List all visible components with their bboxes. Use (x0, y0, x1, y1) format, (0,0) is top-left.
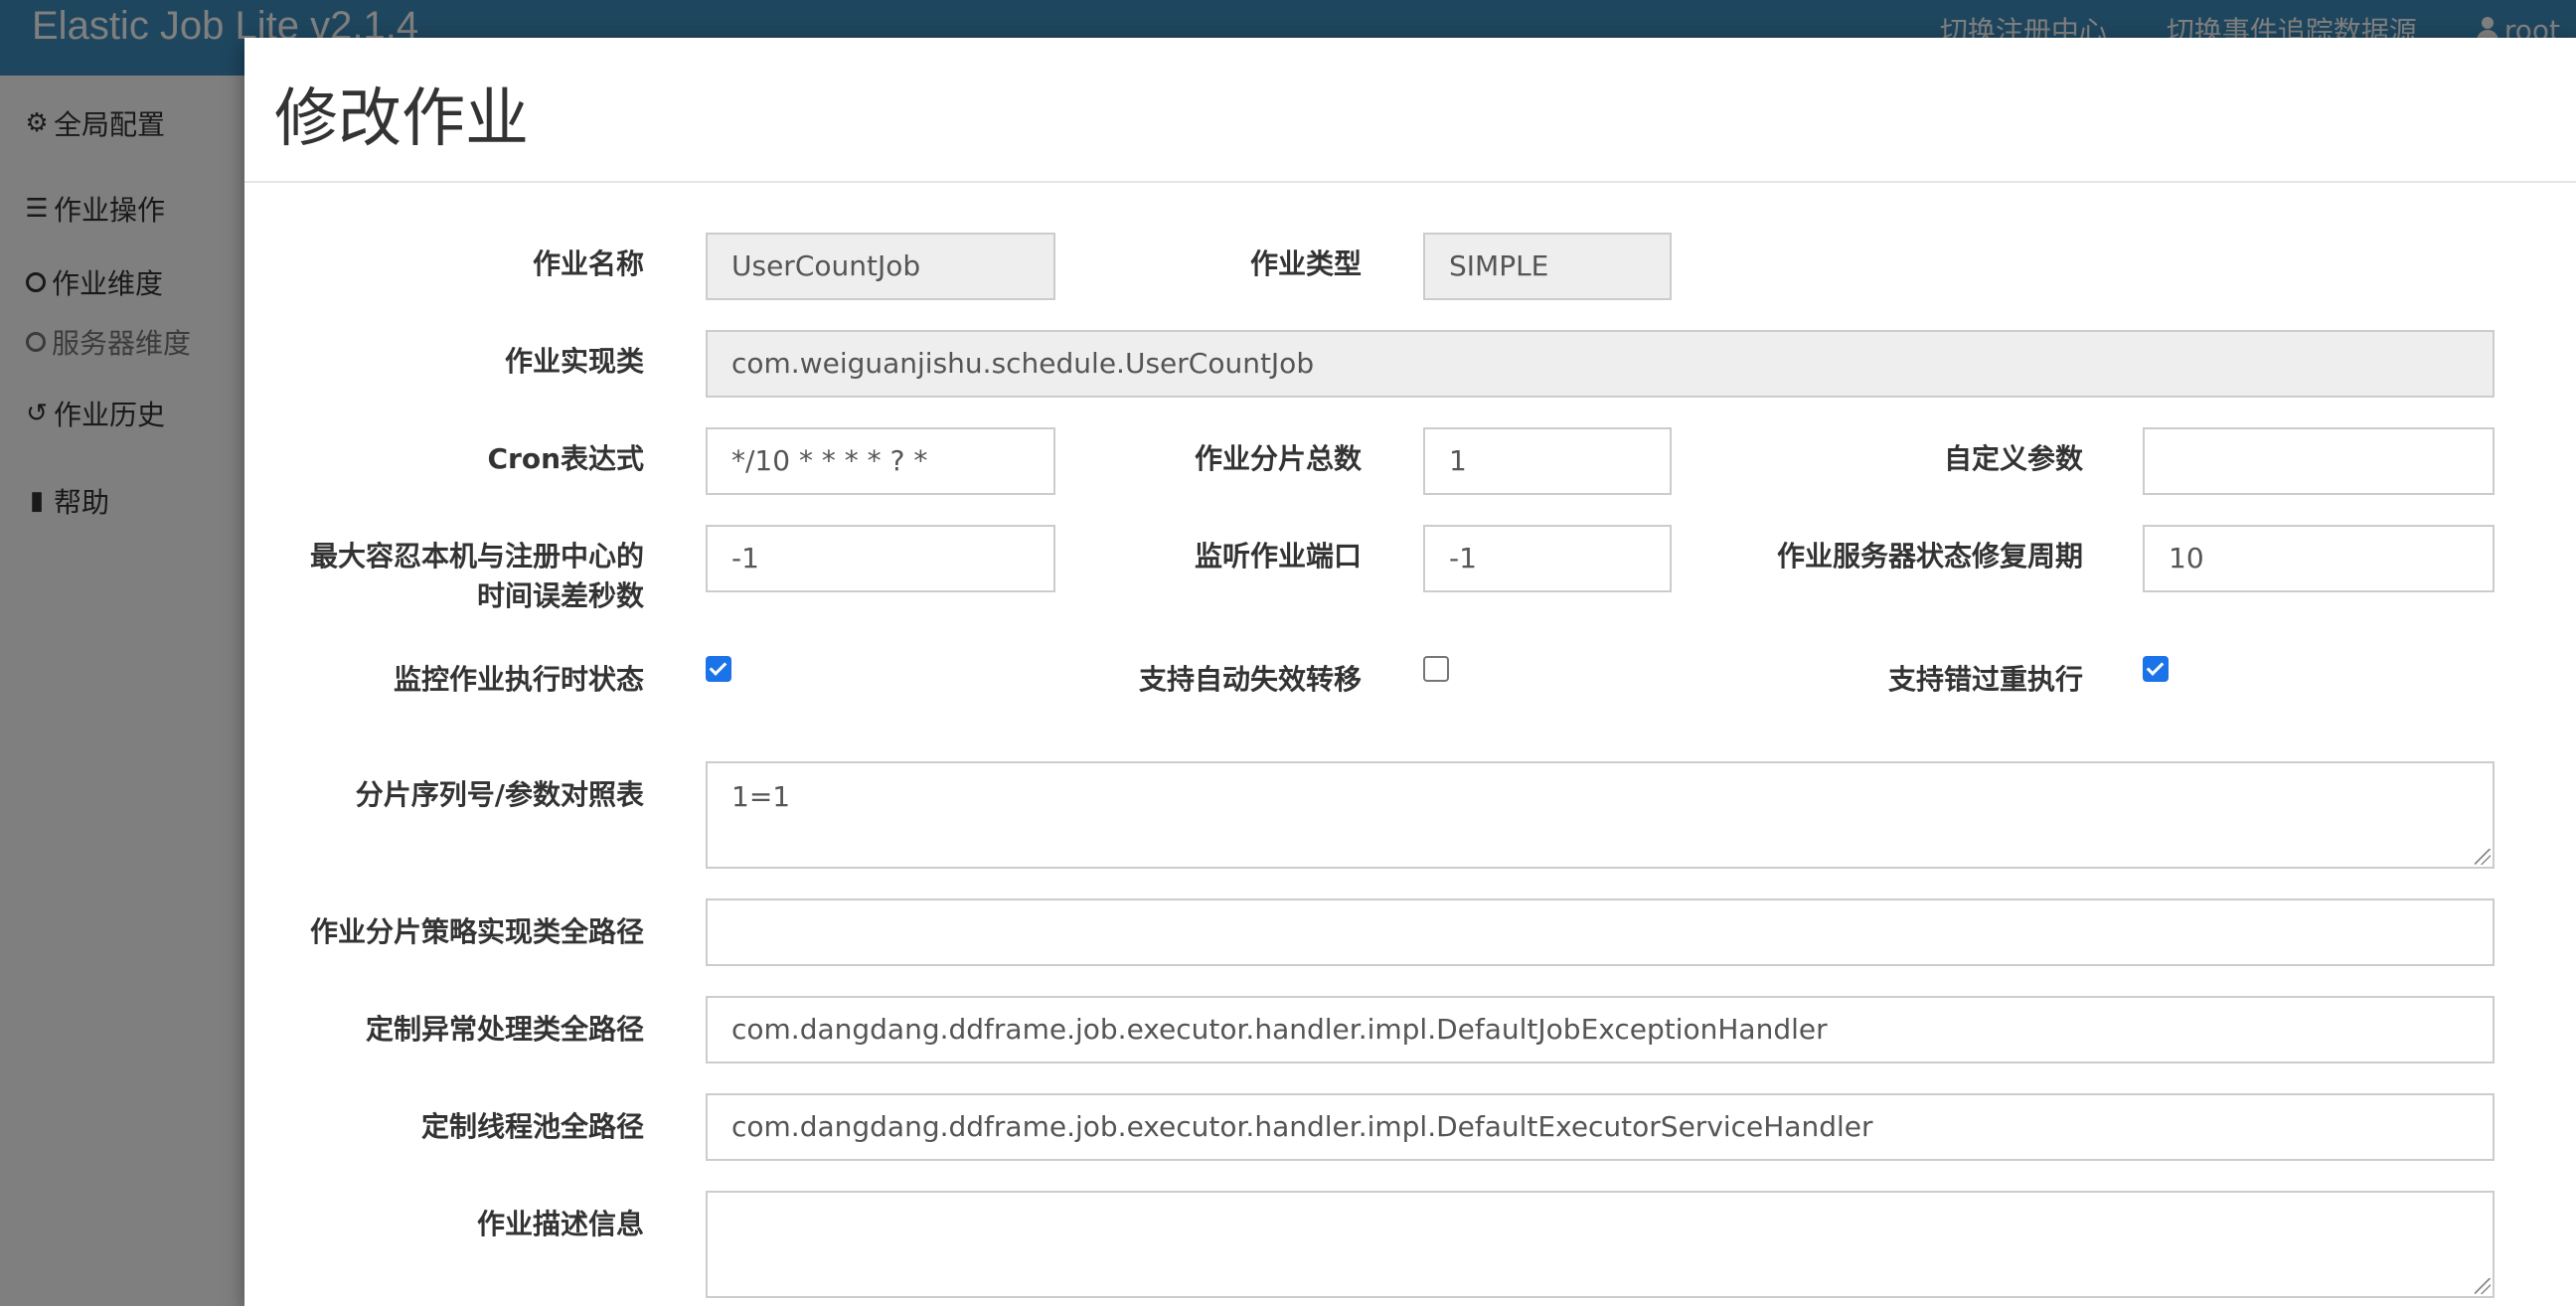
resize-grip-icon[interactable] (2475, 849, 2491, 865)
job-type-label: 作业类型 (1249, 247, 1362, 280)
modal-header: 修改作业 (244, 38, 2576, 183)
job-name-field[interactable]: UserCountJob (706, 233, 1055, 300)
misfire-label: 支持错过重执行 (1887, 663, 2083, 696)
strategy-class-label: 作业分片策略实现类全路径 (309, 915, 644, 948)
executor-handler-label: 定制线程池全路径 (420, 1110, 644, 1143)
description-label: 作业描述信息 (476, 1208, 644, 1240)
job-class-label: 作业实现类 (504, 345, 644, 378)
sharding-items-value: 1=1 (731, 780, 791, 813)
failover-label: 支持自动失效转移 (1138, 663, 1362, 696)
job-type-field[interactable]: SIMPLE (1423, 233, 1672, 300)
modal-title: 修改作业 (274, 82, 529, 156)
job-class-field[interactable]: com.weiguanjishu.schedule.UserCountJob (706, 330, 2495, 398)
sharding-total-input[interactable]: 1 (1423, 427, 1672, 495)
job-name-label: 作业名称 (532, 247, 644, 280)
job-parameter-label: 自定义参数 (1943, 442, 2083, 475)
monitor-execution-checkbox[interactable] (706, 656, 731, 682)
reconcile-interval-label: 作业服务器状态修复周期 (1776, 540, 2083, 572)
sharding-items-label: 分片序列号/参数对照表 (355, 778, 644, 811)
max-time-diff-label: 最大容忍本机与注册中心的 时间误差秒数 (244, 537, 644, 616)
cron-input[interactable]: */10 * * * * ? * (706, 427, 1055, 495)
max-time-diff-input[interactable]: -1 (706, 525, 1055, 592)
max-time-diff-label-line2: 时间误差秒数 (476, 579, 644, 612)
resize-grip-icon[interactable] (2475, 1278, 2491, 1294)
monitor-port-label: 监听作业端口 (1194, 540, 1362, 572)
reconcile-interval-input[interactable]: 10 (2143, 525, 2495, 592)
edit-job-modal: 修改作业 作业名称 UserCountJob 作业类型 SIMPLE 作业实现类… (244, 38, 2576, 1306)
strategy-class-input[interactable] (706, 898, 2495, 966)
monitor-port-input[interactable]: -1 (1423, 525, 1672, 592)
sharding-total-label: 作业分片总数 (1194, 442, 1362, 475)
exception-handler-label: 定制异常处理类全路径 (365, 1013, 644, 1046)
job-parameter-input[interactable] (2143, 427, 2495, 495)
exception-handler-input[interactable]: com.dangdang.ddframe.job.executor.handle… (706, 996, 2495, 1063)
monitor-execution-label: 监控作业执行时状态 (393, 663, 644, 696)
misfire-checkbox[interactable] (2143, 656, 2169, 682)
description-textarea[interactable] (706, 1191, 2495, 1298)
max-time-diff-label-line1: 最大容忍本机与注册中心的 (309, 540, 644, 572)
executor-handler-input[interactable]: com.dangdang.ddframe.job.executor.handle… (706, 1093, 2495, 1161)
sharding-items-textarea[interactable]: 1=1 (706, 761, 2495, 869)
cron-label: Cron表达式 (487, 442, 644, 475)
failover-checkbox[interactable] (1423, 656, 1449, 682)
